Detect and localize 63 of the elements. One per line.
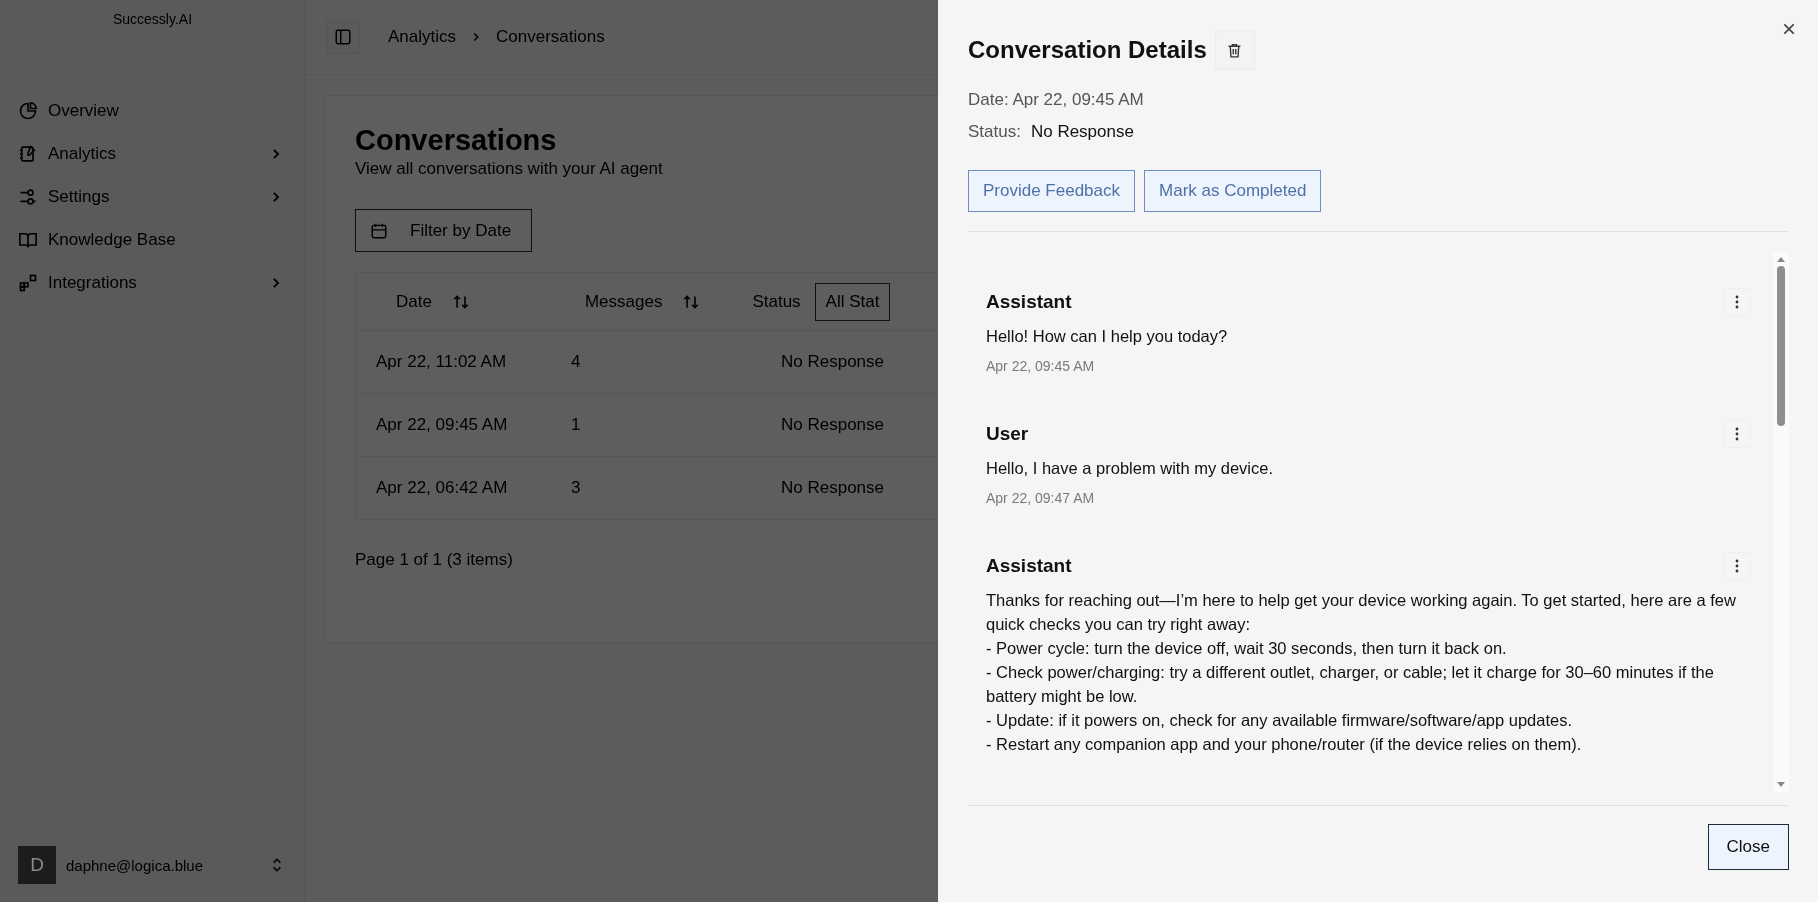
sidebar-item[interactable]: Knowledge Base: [18, 221, 287, 258]
message-text: Thanks for reaching out—I’m here to help get your device working again. To get started, here are a few quick checks you can try right away: - Power cycle: turn the device off, wait 30 seconds, then turn it back on. - Check power/charging: try a different outlet, charger, or cable; let it charge for 30–60 minutes if the battery might be low. - Update: if it powers on, check for any available firmware/software/app updates. - Restart any companion app and your phone/router (if the device relies on them).: [986, 590, 1737, 755]
more-vertical-icon: [1735, 427, 1739, 441]
message-text: Hello, I have a problem with my device.: [986, 458, 1275, 479]
app-logo-text: Successly.AI: [111, 10, 194, 29]
scroll-down-arrow-icon[interactable]: [1776, 782, 1786, 788]
sidebar-item[interactable]: Settings: [18, 178, 287, 215]
pie-chart-icon: [18, 100, 38, 121]
scrollbar[interactable]: [1773, 252, 1789, 792]
filter-button[interactable]: Filter by Date: [355, 209, 533, 252]
sidebar-item[interactable]: Analytics: [18, 135, 287, 172]
calendar-icon: [370, 221, 388, 240]
sliders-icon: [18, 186, 38, 207]
scrollbar-thumb[interactable]: [1777, 266, 1785, 426]
user-menu[interactable]: D daphne@logica.blue: [0, 846, 305, 902]
action-button[interactable]: Provide Feedback: [968, 170, 1136, 212]
notebook-icon: [18, 143, 38, 164]
blocks-icon: [18, 272, 38, 293]
sidebar-item[interactable]: Integrations: [18, 264, 287, 301]
message-sender: Assistant: [986, 555, 1072, 577]
table-cell: No Response: [781, 352, 884, 372]
table-cell-text: Apr 22, 09:45 AM: [375, 415, 509, 435]
scroll-up-arrow-icon[interactable]: [1776, 256, 1786, 262]
breadcrumb-link[interactable]: Analytics: [388, 27, 457, 47]
status-value: No Response: [1030, 122, 1134, 142]
table-cell-text: Apr 22, 06:42 AM: [375, 478, 509, 498]
column-header[interactable]: Date: [396, 291, 470, 312]
more-vertical-icon: [1735, 295, 1739, 309]
table-cell-text: Apr 22, 11:02 AM: [375, 352, 508, 372]
sidebar-icon: [334, 28, 352, 46]
user-email: daphne@logica.blue: [66, 856, 204, 874]
table-cell-text: 3: [571, 478, 582, 498]
message-sender: User: [986, 423, 1029, 445]
avatar: D: [18, 846, 56, 884]
table-cell: No Response: [781, 415, 884, 435]
pagination-info: Page 1 of 1 (3 items): [355, 550, 514, 570]
message-sender: Assistant: [986, 291, 1072, 313]
delete-button[interactable]: [1214, 30, 1255, 70]
table-row[interactable]: Apr 22, 06:42 AM 3 No Response: [356, 457, 938, 519]
table-cell-text: 4: [571, 352, 582, 372]
breadcrumb-link[interactable]: Conversations: [496, 27, 605, 47]
column-header: Status: [752, 291, 801, 312]
close-button[interactable]: Close: [1707, 824, 1789, 870]
more-options-button[interactable]: [1723, 420, 1751, 448]
table-cell: No Response: [781, 478, 884, 498]
message-time: Apr 22, 09:47 AM: [986, 490, 1096, 506]
message-time: Apr 22, 09:45 AM: [986, 358, 1096, 374]
conversation-date: Date: Apr 22, 09:45 AM: [968, 90, 1145, 110]
more-options-button[interactable]: [1723, 288, 1751, 316]
status-label: Status:: [968, 122, 1021, 142]
more-options-button[interactable]: [1723, 552, 1751, 580]
action-button[interactable]: Mark as Completed: [1144, 170, 1322, 212]
column-header[interactable]: Messages: [584, 291, 701, 312]
page-title: Conversations: [355, 124, 558, 157]
more-vertical-icon: [1735, 559, 1739, 573]
message-text: Hello! How can I help you today?: [986, 326, 1229, 347]
table-cell-text: 1: [571, 415, 582, 435]
expand-icon: [271, 857, 283, 873]
page-subtitle: View all conversations with your AI agent: [355, 159, 664, 179]
sidebar-item[interactable]: Overview: [18, 92, 287, 129]
status-filter-dropdown[interactable]: All Stat: [814, 282, 891, 321]
sidebar-toggle-button[interactable]: [326, 20, 360, 54]
panel-title: Conversation Details: [968, 36, 1207, 64]
